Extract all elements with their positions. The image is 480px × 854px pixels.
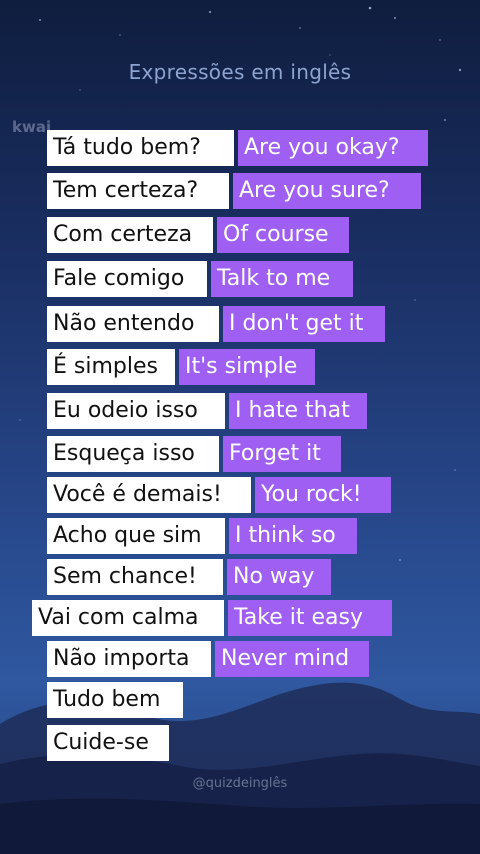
english-phrase: Are you okay? [238, 130, 428, 166]
kwai-logo: kwai [12, 118, 52, 136]
english-phrase: I think so [229, 518, 357, 554]
portuguese-phrase: Com certeza [47, 217, 213, 253]
portuguese-phrase: Não entendo [47, 306, 219, 342]
english-phrase: It's simple [179, 349, 315, 385]
phrase-row: Acho que sim I think so [47, 518, 357, 554]
phrase-row: Tudo bem [47, 682, 183, 718]
phrase-row: Tá tudo bem? Are you okay? [47, 130, 428, 166]
phrase-row: Não importa Never mind [47, 641, 369, 677]
portuguese-phrase: Esqueça isso [47, 436, 219, 472]
phrase-row: Vai com calma Take it easy [32, 600, 392, 636]
english-phrase: I don't get it [223, 306, 385, 342]
english-phrase: You rock! [255, 477, 391, 513]
portuguese-phrase: É simples [47, 349, 175, 385]
english-phrase: Take it easy [228, 600, 392, 636]
phrase-row: Você é demais! You rock! [47, 477, 391, 513]
portuguese-phrase: Vai com calma [32, 600, 224, 636]
portuguese-phrase: Eu odeio isso [47, 393, 225, 429]
phrase-row: É simples It's simple [47, 349, 315, 385]
portuguese-phrase: Acho que sim [47, 518, 225, 554]
english-phrase: Of course [217, 217, 349, 253]
portuguese-phrase: Cuide-se [47, 725, 169, 761]
portuguese-phrase: Tem certeza? [47, 173, 229, 209]
english-phrase: Are you sure? [233, 173, 421, 209]
english-phrase: No way [227, 559, 331, 595]
portuguese-phrase: Tá tudo bem? [47, 130, 234, 166]
english-phrase: Talk to me [211, 261, 353, 297]
portuguese-phrase: Tudo bem [47, 682, 183, 718]
phrase-row: Eu odeio isso I hate that [47, 393, 367, 429]
phrase-row: Fale comigo Talk to me [47, 261, 353, 297]
page-title: Expressões em inglês [128, 60, 352, 84]
english-phrase: Never mind [215, 641, 369, 677]
phrase-row: Sem chance! No way [47, 559, 331, 595]
phrase-row: Cuide-se [47, 725, 169, 761]
portuguese-phrase: Fale comigo [47, 261, 207, 297]
phrase-row: Esqueça isso Forget it [47, 436, 341, 472]
creator-handle: @quizdeinglês [192, 776, 288, 791]
english-phrase: Forget it [223, 436, 341, 472]
portuguese-phrase: Sem chance! [47, 559, 223, 595]
phrase-row: Tem certeza? Are you sure? [47, 173, 421, 209]
phrase-row: Com certeza Of course [47, 217, 349, 253]
english-phrase: I hate that [229, 393, 367, 429]
portuguese-phrase: Não importa [47, 641, 211, 677]
portuguese-phrase: Você é demais! [47, 477, 251, 513]
phrase-row: Não entendo I don't get it [47, 306, 385, 342]
